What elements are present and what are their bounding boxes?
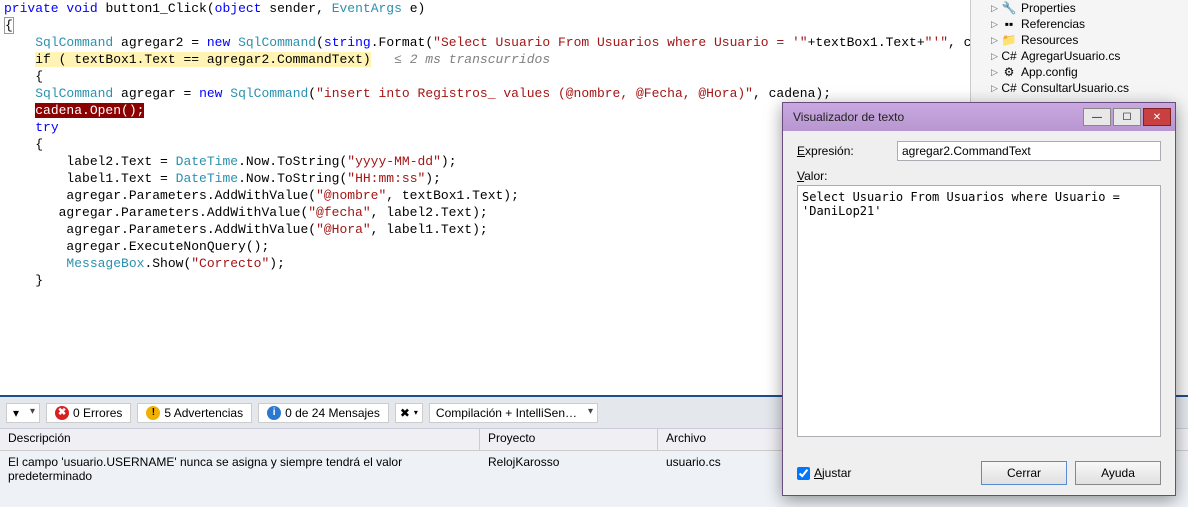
filter-button[interactable]: ✖▾ bbox=[395, 403, 423, 423]
tree-item[interactable]: ▷C# ConsultarUsuario.cs bbox=[971, 80, 1188, 96]
expand-arrow-icon[interactable]: ▷ bbox=[991, 35, 1001, 46]
code-line[interactable]: SqlCommand agregar2 = new SqlCommand(str… bbox=[0, 34, 970, 51]
wrench-icon: 🔧 bbox=[1001, 1, 1017, 15]
messages-count: 0 de 24 Mensajes bbox=[285, 406, 380, 420]
col-description[interactable]: Descripción bbox=[0, 429, 480, 450]
dialog-title: Visualizador de texto bbox=[793, 110, 904, 124]
expand-arrow-icon[interactable]: ▷ bbox=[991, 83, 1001, 94]
error-description: El campo 'usuario.USERNAME' nunca se asi… bbox=[0, 453, 480, 485]
warnings-count: 5 Advertencias bbox=[164, 406, 243, 420]
build-dropdown[interactable]: Compilación + IntelliSen… bbox=[429, 403, 598, 423]
expand-arrow-icon[interactable]: ▷ bbox=[991, 67, 1001, 78]
expand-arrow-icon[interactable]: ▷ bbox=[991, 3, 1001, 14]
wrap-text: Ajustar bbox=[814, 466, 851, 480]
cs-icon: C# bbox=[1001, 81, 1017, 95]
tree-item[interactable]: ▷⚙ App.config bbox=[971, 64, 1188, 80]
maximize-button[interactable]: ☐ bbox=[1113, 108, 1141, 126]
warning-icon: ! bbox=[146, 406, 160, 420]
wrap-checkbox-label[interactable]: Ajustar bbox=[797, 466, 851, 480]
value-label: Valor: bbox=[797, 169, 897, 183]
error-project: RelojKarosso bbox=[480, 453, 658, 485]
tree-item-label: Referencias bbox=[1021, 17, 1085, 31]
wrap-checkbox[interactable] bbox=[797, 467, 810, 480]
config-icon: ⚙ bbox=[1001, 65, 1017, 79]
minimize-button[interactable]: — bbox=[1083, 108, 1111, 126]
messages-button[interactable]: i 0 de 24 Mensajes bbox=[258, 403, 389, 423]
value-textarea[interactable] bbox=[797, 185, 1161, 437]
code-line[interactable]: SqlCommand agregar = new SqlCommand("ins… bbox=[0, 85, 970, 102]
code-line[interactable]: private void button1_Click(object sender… bbox=[0, 0, 970, 17]
tree-item-label: AgregarUsuario.cs bbox=[1021, 49, 1120, 63]
tree-item[interactable]: ▷C# AgregarUsuario.cs bbox=[971, 48, 1188, 64]
expand-arrow-icon[interactable]: ▷ bbox=[991, 19, 1001, 30]
tree-item-label: Properties bbox=[1021, 1, 1076, 15]
col-project[interactable]: Proyecto bbox=[480, 429, 658, 450]
tree-item-label: ConsultarUsuario.cs bbox=[1021, 81, 1129, 95]
warnings-button[interactable]: ! 5 Advertencias bbox=[137, 403, 252, 423]
errors-count: 0 Errores bbox=[73, 406, 122, 420]
code-line[interactable]: { bbox=[0, 17, 970, 34]
cs-icon: C# bbox=[1001, 49, 1017, 63]
close-dialog-button[interactable]: Cerrar bbox=[981, 461, 1067, 485]
tree-item-label: Resources bbox=[1021, 33, 1078, 47]
expression-label: Expresión: bbox=[797, 144, 897, 158]
folder-icon: 📁 bbox=[1001, 33, 1017, 47]
expression-input[interactable] bbox=[897, 141, 1161, 161]
tree-item[interactable]: ▷▪▪ Referencias bbox=[971, 16, 1188, 32]
tree-item[interactable]: ▷🔧 Properties bbox=[971, 0, 1188, 16]
errors-button[interactable]: ✖ 0 Errores bbox=[46, 403, 131, 423]
help-button[interactable]: Ayuda bbox=[1075, 461, 1161, 485]
expand-arrow-icon[interactable]: ▷ bbox=[991, 51, 1001, 62]
tree-item[interactable]: ▷📁 Resources bbox=[971, 32, 1188, 48]
tree-item-label: App.config bbox=[1021, 65, 1078, 79]
dialog-titlebar[interactable]: Visualizador de texto — ☐ ✕ bbox=[783, 103, 1175, 131]
text-visualizer-dialog: Visualizador de texto — ☐ ✕ Expresión: V… bbox=[782, 102, 1176, 496]
error-icon: ✖ bbox=[55, 406, 69, 420]
scope-dropdown[interactable]: ▾ bbox=[6, 403, 40, 423]
code-line[interactable]: { bbox=[0, 68, 970, 85]
code-line[interactable]: if ( textBox1.Text == agregar2.CommandTe… bbox=[0, 51, 970, 68]
info-icon: i bbox=[267, 406, 281, 420]
close-button[interactable]: ✕ bbox=[1143, 108, 1171, 126]
refs-icon: ▪▪ bbox=[1001, 17, 1017, 31]
